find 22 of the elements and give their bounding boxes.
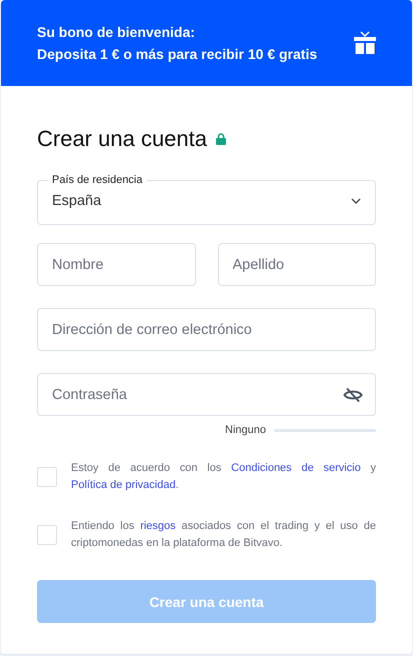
chevron-down-icon [351,198,361,204]
select-value: España [52,193,102,209]
checkbox[interactable] [37,467,57,487]
lock-icon [215,133,227,145]
text-link[interactable]: riesgos [140,520,176,532]
input-field[interactable]: Apellido [218,243,376,286]
banner-title: Su bono de bienvenida: [37,24,196,40]
page-title: Crear una cuenta [37,126,207,152]
text-link[interactable]: Política de privacidad [71,479,176,491]
consent-text: Entiendo los riesgos asociados con el trading y el uso de criptomonedas en la plataforma de Bitvavo. [71,519,376,551]
password-field[interactable]: Contraseña [37,373,376,416]
eye-slash-icon[interactable] [343,387,363,403]
email-field[interactable]: Dirección de correo electrónico [37,308,376,351]
field-label: País de residencia [51,174,144,186]
input-field[interactable]: Nombre [37,243,196,286]
checkbox[interactable] [37,525,57,545]
text-link[interactable]: Condiciones de servicio [231,462,361,474]
gift-icon [354,31,376,55]
country-select[interactable]: País de residencia España [37,174,376,225]
consent-text: Estoy de acuerdo con los Condiciones de servicio y Política de privacidad. [71,461,376,493]
strength-label: Ninguno [225,424,266,436]
banner-text: Deposita 1 € o más para recibir 10 € gratis [37,46,318,62]
